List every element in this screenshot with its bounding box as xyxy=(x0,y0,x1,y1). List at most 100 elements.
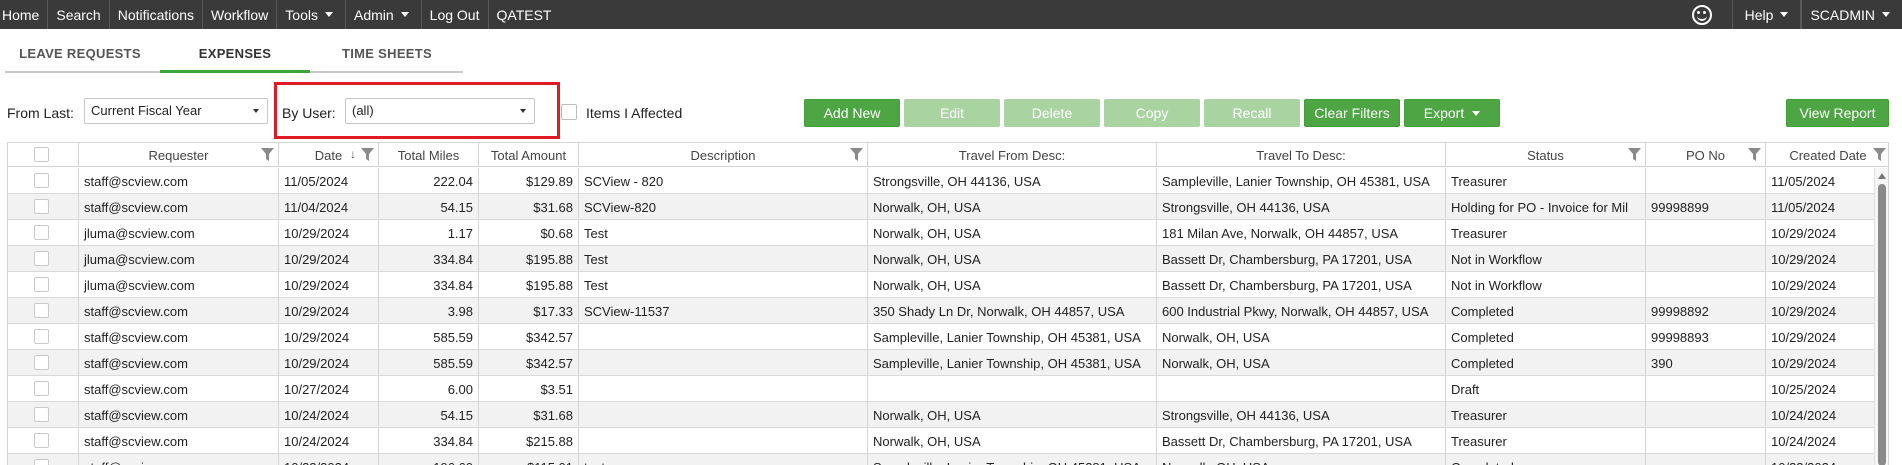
nav-admin-menu[interactable]: Admin xyxy=(346,0,422,29)
tab-leave-requests-label: LEAVE REQUESTS xyxy=(19,45,141,61)
cell-travel-to: Strongsville, OH 44136, USA xyxy=(1157,402,1446,428)
nav-right-group: Help SCADMIN xyxy=(1691,0,1902,29)
cell-travel-to: Strongsville, OH 44136, USA xyxy=(1157,194,1446,220)
row-checkbox[interactable] xyxy=(34,433,49,448)
cell-total-amount: $195.88 xyxy=(479,272,579,298)
cell-total-amount: $342.57 xyxy=(479,350,579,376)
filter-icon[interactable] xyxy=(850,148,863,161)
table-row[interactable]: staff@scview.com10/22/2024196.60$115.01t… xyxy=(8,454,1876,465)
nav-tools-menu[interactable]: Tools xyxy=(277,0,346,29)
header-travel-to[interactable]: Travel To Desc: xyxy=(1157,143,1446,167)
table-row[interactable]: staff@scview.com 10/24/2024 334.84 $215.88 N… xyxy=(8,428,1876,454)
cell-total-miles: 334.84 xyxy=(379,272,479,298)
row-checkbox[interactable] xyxy=(34,459,49,465)
tab-time-sheets[interactable]: TIME SHEETS xyxy=(310,34,464,72)
table-row[interactable]: staff@scview.com 10/29/2024 3.98 $17.33 SCVi… xyxy=(8,298,1876,324)
select-all-checkbox[interactable] xyxy=(34,147,49,162)
row-checkbox[interactable] xyxy=(34,381,49,396)
tab-expenses[interactable]: EXPENSES xyxy=(160,34,310,72)
cell-requester: staff@scview.com xyxy=(79,298,279,324)
cell-status: Not in Workflow xyxy=(1446,246,1646,272)
cell-total-miles: 196.60 xyxy=(379,454,479,465)
header-requester[interactable]: Requester xyxy=(79,143,279,167)
cell-total-miles: 1.17 xyxy=(379,220,479,246)
cell-date: 10/29/2024 xyxy=(279,246,379,272)
cell-status: Not in Workflow xyxy=(1446,272,1646,298)
by-user-select[interactable]: (all) xyxy=(345,98,535,124)
row-checkbox[interactable] xyxy=(34,173,49,188)
row-checkbox[interactable] xyxy=(34,329,49,344)
nav-home[interactable]: Home xyxy=(0,0,49,29)
vertical-scrollbar[interactable] xyxy=(1874,168,1888,465)
row-checkbox[interactable] xyxy=(34,407,49,422)
cell-total-miles: 3.98 xyxy=(379,298,479,324)
filter-icon[interactable] xyxy=(1873,148,1886,161)
cell-requester: staff@scview.com xyxy=(79,402,279,428)
cell-date: 10/27/2024 xyxy=(279,376,379,402)
table-row[interactable]: jluma@scview.com 10/29/2024 334.84 $195.88 T… xyxy=(8,246,1876,272)
cell-created-date: 11/05/2024 xyxy=(1771,200,1836,215)
table-row[interactable]: staff@scview.com 10/27/2024 6.00 $3.51 Draft… xyxy=(8,376,1876,402)
table-row[interactable]: jluma@scview.com 10/29/2024 1.17 $0.68 Test N… xyxy=(8,220,1876,246)
header-po-no[interactable]: PO No xyxy=(1646,143,1766,167)
row-checkbox[interactable] xyxy=(34,355,49,370)
table-row[interactable]: staff@scview.com 10/29/2024 585.59 $342.57 S… xyxy=(8,350,1876,376)
nav-workflow[interactable]: Workflow xyxy=(203,0,278,29)
header-date[interactable]: Date ↓ xyxy=(279,143,379,167)
nav-user-menu[interactable]: SCADMIN xyxy=(1801,0,1902,29)
cell-travel-to: 600 Industrial Pkwy, Norwalk, OH 44857, … xyxy=(1157,298,1446,324)
copy-button[interactable]: Copy xyxy=(1104,99,1200,127)
header-created-date-label: Created Date xyxy=(1789,147,1867,163)
filter-icon[interactable] xyxy=(261,148,274,161)
scrollbar-thumb[interactable] xyxy=(1878,184,1886,465)
row-checkbox[interactable] xyxy=(34,199,49,214)
filter-icon[interactable] xyxy=(1628,148,1641,161)
table-row[interactable]: jluma@scview.com 10/29/2024 334.84 $195.88 T… xyxy=(8,272,1876,298)
header-total-amount[interactable]: Total Amount xyxy=(479,143,579,167)
export-button[interactable]: Export xyxy=(1404,99,1500,127)
delete-button[interactable]: Delete xyxy=(1004,99,1100,127)
header-description[interactable]: Description xyxy=(579,143,868,167)
feedback-smiley-icon[interactable] xyxy=(1691,4,1712,25)
header-travel-from[interactable]: Travel From Desc: xyxy=(868,143,1157,167)
items-affected-checkbox[interactable] xyxy=(561,104,577,120)
nav-help-menu[interactable]: Help xyxy=(1731,0,1802,29)
header-description-label: Description xyxy=(690,147,756,163)
filter-icon[interactable] xyxy=(1748,148,1761,161)
table-row[interactable]: staff@scview.com 11/05/2024 222.04 $129.89 S… xyxy=(8,168,1876,194)
filter-icon[interactable] xyxy=(361,148,374,161)
nav-search[interactable]: Search xyxy=(48,0,110,29)
cell-description: Test xyxy=(579,272,868,298)
cell-description: Test xyxy=(579,246,868,272)
clear-filters-button[interactable]: Clear Filters xyxy=(1304,99,1400,127)
row-checkbox[interactable] xyxy=(34,303,49,318)
copy-label: Copy xyxy=(1135,105,1169,121)
scroll-up-icon[interactable] xyxy=(1878,173,1886,179)
header-status[interactable]: Status xyxy=(1446,143,1646,167)
row-checkbox[interactable] xyxy=(34,277,49,292)
by-user-label: By User: xyxy=(282,105,336,121)
add-new-button[interactable]: Add New xyxy=(804,99,900,127)
nav-logout-label: Log Out xyxy=(429,6,480,23)
cell-date: 10/24/2024 xyxy=(279,402,379,428)
header-created-date[interactable]: Created Date xyxy=(1766,143,1888,167)
row-checkbox[interactable] xyxy=(34,251,49,266)
recall-button[interactable]: Recall xyxy=(1204,99,1300,127)
table-row[interactable]: staff@scview.com 11/04/2024 54.15 $31.68 SCV… xyxy=(8,194,1876,220)
view-report-button[interactable]: View Report xyxy=(1786,99,1889,127)
nav-notifications[interactable]: Notifications xyxy=(110,0,203,29)
table-row[interactable]: staff@scview.com 10/29/2024 585.59 $342.57 S… xyxy=(8,324,1876,350)
header-total-miles[interactable]: Total Miles xyxy=(379,143,479,167)
cell-status: Holding for PO - Invoice for Mil xyxy=(1446,194,1646,220)
cell-date: 10/29/2024 xyxy=(279,350,379,376)
cell-created-date: 10/29/2024 xyxy=(1771,226,1837,241)
nav-logout[interactable]: Log Out xyxy=(422,0,489,29)
from-last-select[interactable]: Current Fiscal Year xyxy=(84,98,268,124)
row-checkbox[interactable] xyxy=(34,225,49,240)
cell-travel-to: Norwalk, OH, USA xyxy=(1157,350,1446,376)
tab-leave-requests[interactable]: LEAVE REQUESTS xyxy=(0,34,160,72)
edit-button[interactable]: Edit xyxy=(904,99,1000,127)
table-row[interactable]: staff@scview.com 10/24/2024 54.15 $31.68 Nor… xyxy=(8,402,1876,428)
cell-date: 10/29/2024 xyxy=(279,272,379,298)
cell-total-amount: $115.01 xyxy=(479,454,579,465)
